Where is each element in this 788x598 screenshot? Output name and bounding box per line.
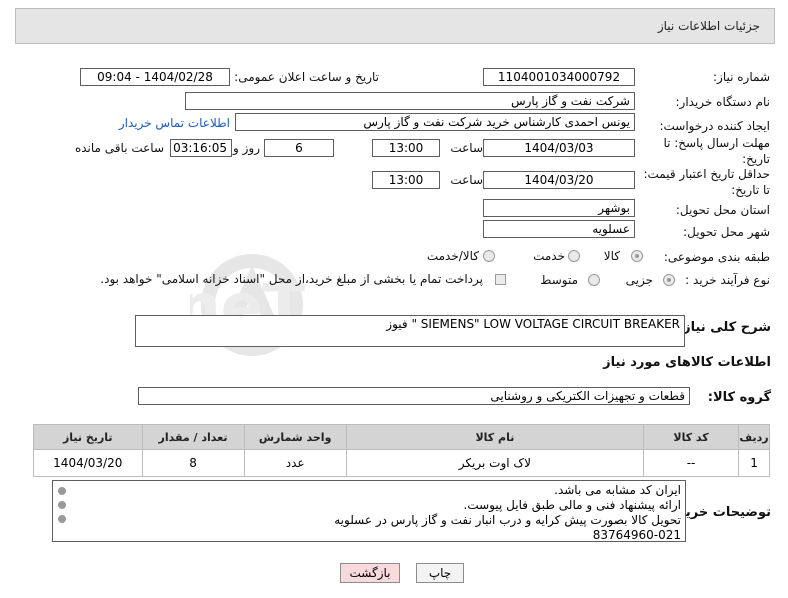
buyer-note-line: ایران کد مشابه می باشد. <box>554 483 681 497</box>
page-title: جزئیات اطلاعات نیاز <box>657 19 760 33</box>
province-field: بوشهر <box>483 199 635 217</box>
back-button[interactable]: بازگشت <box>340 563 400 583</box>
process-option-minor: جزیی <box>625 273 653 287</box>
reply-date-field: 1404/03/03 <box>483 139 635 157</box>
contact-buyer-link[interactable]: اطلاعات تماس خریدار <box>119 116 230 130</box>
scroll-dot-icon <box>58 515 66 523</box>
reply-deadline-label: مهلت ارسال پاسخ: تا <box>663 136 770 150</box>
process-radio-medium[interactable] <box>588 274 600 286</box>
validity-label-2: تا تاریخ: <box>731 183 770 197</box>
announce-label: تاریخ و ساعت اعلان عمومی: <box>234 70 379 84</box>
cell-item-name: لاک اوت بریکر <box>345 449 645 477</box>
buyer-notes-field: ایران کد مشابه می باشد. ارائه پیشنهاد فن… <box>52 480 686 542</box>
remaining-label: ساعت باقی مانده <box>74 141 164 155</box>
need-number-field: 1104001034000792 <box>483 68 635 86</box>
creator-label: ایجاد کننده درخواست: <box>659 119 770 133</box>
buyer-note-line: ارائه پیشنهاد فنی و مالی طبق فایل پیوست. <box>463 498 681 512</box>
payment-note: پرداخت تمام یا بخشی از مبلغ خرید،از محل … <box>100 272 483 286</box>
buyer-org-label: نام دستگاه خریدار: <box>675 95 771 109</box>
category-option-goods: کالا <box>603 249 620 263</box>
category-radio-goods-service[interactable] <box>483 250 495 262</box>
col-header-row-number: ردیف <box>738 424 770 450</box>
creator-field: یونس احمدی کارشناس خرید شرکت نفت و گاز پ… <box>235 113 635 131</box>
items-table: ردیف کد کالا نام کالا واحد شمارش تعداد /… <box>33 424 770 477</box>
scroll-dot-icon <box>58 501 66 509</box>
validity-date-field: 1404/03/20 <box>483 171 635 189</box>
table-header-row: ردیف کد کالا نام کالا واحد شمارش تعداد /… <box>33 424 770 450</box>
goods-group-label: گروه کالا: <box>707 390 771 405</box>
cell-row-number: 1 <box>738 449 770 477</box>
buyer-notes-scrollbar[interactable] <box>55 481 69 537</box>
reply-time-field: 13:00 <box>372 139 440 157</box>
validity-time-label: ساعت <box>450 173 483 187</box>
validity-label: حداقل تاریخ اعتبار قیمت: <box>643 167 770 181</box>
scroll-dot-icon <box>58 487 66 495</box>
cell-quantity: 8 <box>141 449 245 477</box>
table-row: 1 -- لاک اوت بریکر عدد 8 1404/03/20 <box>33 449 770 477</box>
category-option-service: خدمت <box>533 249 565 263</box>
goods-group-field: قطعات و تجهیزات الکتریکی و روشنایی <box>138 387 690 405</box>
city-field: عسلویه <box>483 220 635 238</box>
announce-datetime-field: 1404/02/28 - 09:04 <box>80 68 230 86</box>
cell-item-code: -- <box>643 449 740 477</box>
category-option-goods-service: کالا/خدمت <box>426 249 479 263</box>
buyer-note-line: تحویل کالا بصورت پیش کرایه و درب انبار ن… <box>334 513 681 527</box>
category-radio-service[interactable] <box>568 250 580 262</box>
process-label: نوع فرآیند خرید : <box>685 273 770 287</box>
category-label: طبقه بندی موضوعی: <box>663 250 770 264</box>
validity-time-field: 13:00 <box>372 171 440 189</box>
buyer-note-line: 83764960-021 <box>592 528 681 542</box>
category-radio-goods[interactable] <box>631 250 643 262</box>
page-header: جزئیات اطلاعات نیاز <box>15 8 775 44</box>
process-radio-minor[interactable] <box>663 274 675 286</box>
description-label: شرح کلی نیاز: <box>677 320 771 335</box>
days-label: روز و <box>233 141 260 155</box>
process-option-medium: متوسط <box>540 273 578 287</box>
print-button[interactable]: چاپ <box>416 563 464 583</box>
col-header-item-name: نام کالا <box>345 424 645 450</box>
cell-unit: عدد <box>243 449 347 477</box>
goods-info-title: اطلاعات کالاهای مورد نیاز <box>603 355 771 370</box>
description-field: فیوز " SIEMENS" LOW VOLTAGE CIRCUIT BREA… <box>135 315 685 347</box>
need-number-label: شماره نیاز: <box>713 70 770 84</box>
cell-need-date: 1404/03/20 <box>33 449 143 477</box>
remaining-time-field: 03:16:05 <box>170 139 232 157</box>
days-field: 6 <box>264 139 334 157</box>
reply-time-label: ساعت <box>450 141 483 155</box>
col-header-item-code: کد کالا <box>643 424 740 450</box>
col-header-quantity: تعداد / مقدار <box>141 424 245 450</box>
col-header-unit: واحد شمارش <box>243 424 347 450</box>
province-label: استان محل تحویل: <box>675 203 770 217</box>
city-label: شهر محل تحویل: <box>683 225 770 239</box>
col-header-need-date: تاریخ نیاز <box>33 424 143 450</box>
reply-deadline-label-2: تاریخ: <box>742 152 770 166</box>
buyer-org-field: شرکت نفت و گاز پارس <box>185 92 635 110</box>
payment-checkbox[interactable] <box>495 274 506 285</box>
